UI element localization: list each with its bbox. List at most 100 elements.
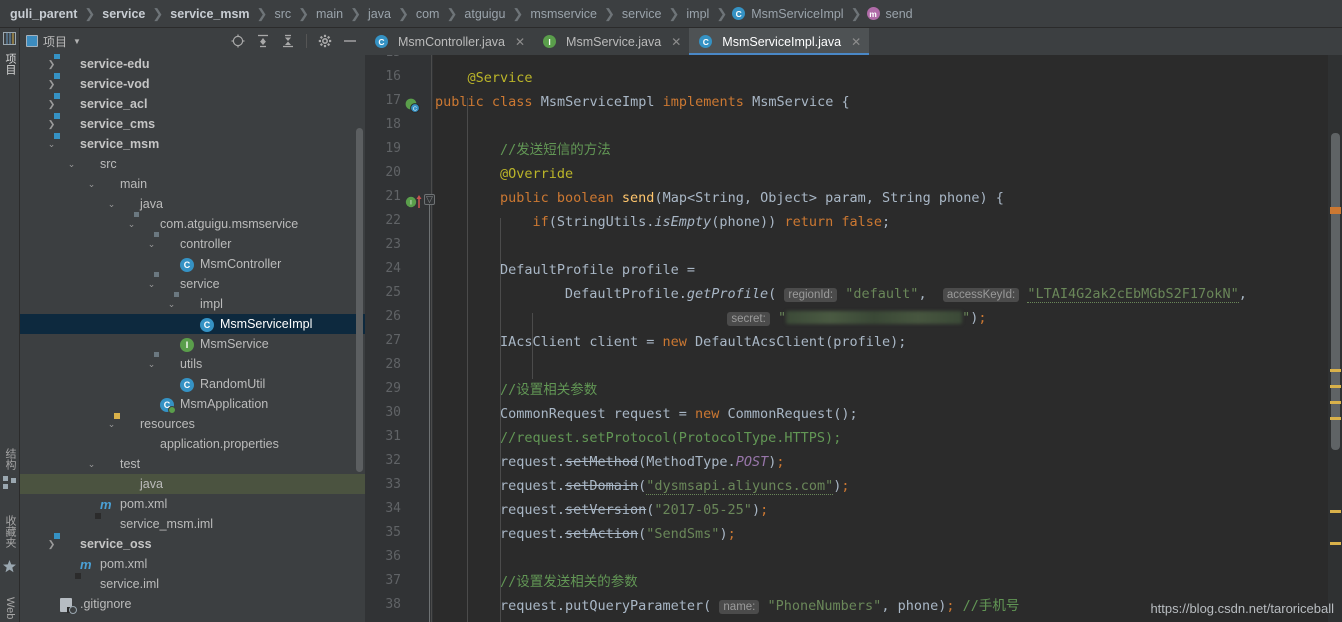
close-tab-icon[interactable]: ✕ xyxy=(671,35,681,49)
tree-item-MsmController[interactable]: C MsmController xyxy=(20,254,365,274)
project-panel-title[interactable]: 项目 ▼ xyxy=(26,33,81,50)
code-text[interactable]: @Service public class MsmServiceImpl impl… xyxy=(433,55,1342,622)
tree-item-RandomUtil[interactable]: C RandomUtil xyxy=(20,374,365,394)
breadcrumb-item-impl[interactable]: impl xyxy=(684,7,711,21)
tree-item-service_msm.iml[interactable]: service_msm.iml xyxy=(20,514,365,534)
settings-gear-icon[interactable] xyxy=(318,34,332,48)
breadcrumb-item-main[interactable]: main xyxy=(314,7,345,21)
breadcrumb-item-MsmServiceImpl[interactable]: C MsmServiceImpl xyxy=(732,7,845,21)
tree-item-MsmService[interactable]: I MsmService xyxy=(20,334,365,354)
chevron-down-icon[interactable]: ⌄ xyxy=(126,219,137,230)
tree-item-MsmServiceImpl[interactable]: C MsmServiceImpl xyxy=(20,314,365,334)
breadcrumb-item-atguigu[interactable]: atguigu xyxy=(462,7,507,21)
chevron-down-icon[interactable]: ⌄ xyxy=(146,239,157,250)
chevron-down-icon[interactable]: ⌄ xyxy=(146,279,157,290)
chevron-down-icon[interactable]: ⌄ xyxy=(66,159,77,170)
chevron-down-icon[interactable]: ▼ xyxy=(73,37,81,46)
tree-item-application.properties[interactable]: application.properties xyxy=(20,434,365,454)
marker-warning[interactable] xyxy=(1330,542,1341,545)
breadcrumb-item-java[interactable]: java xyxy=(366,7,393,21)
expand-all-icon[interactable] xyxy=(256,34,270,48)
chevron-down-icon[interactable]: ⌄ xyxy=(86,459,97,470)
chevron-right-icon[interactable]: ❯ xyxy=(46,79,57,90)
tool-window-tab-web[interactable]: Web xyxy=(1,586,19,622)
tool-window-tab-project[interactable]: 项目 xyxy=(1,46,19,82)
chevron-down-icon[interactable]: ⌄ xyxy=(106,199,117,210)
tree-item-controller[interactable]: ⌄ controller xyxy=(20,234,365,254)
editor-tab-MsmController[interactable]: C MsmController.java ✕ xyxy=(365,28,533,55)
breadcrumb-item-service[interactable]: service xyxy=(100,7,147,21)
marker-warning[interactable] xyxy=(1330,510,1341,513)
chevron-down-icon[interactable]: ⌄ xyxy=(146,359,157,370)
resources-folder-icon xyxy=(120,417,135,432)
tree-item-service_cms[interactable]: ❯ service_cms xyxy=(20,114,365,134)
breadcrumb-separator-icon: ❯ xyxy=(397,5,409,21)
class-icon: C xyxy=(180,257,195,272)
tree-item-service.iml[interactable]: service.iml xyxy=(20,574,365,594)
tree-item-java[interactable]: ⌄ java xyxy=(20,194,365,214)
tree-item-com.atguigu.msmservice[interactable]: ⌄ com.atguigu.msmservice xyxy=(20,214,365,234)
hide-panel-icon[interactable] xyxy=(343,34,357,48)
editor-tab-MsmService[interactable]: I MsmService.java ✕ xyxy=(533,28,689,55)
breadcrumb-item-msmservice[interactable]: msmservice xyxy=(528,7,599,21)
tree-item-service_msm[interactable]: ⌄ service_msm xyxy=(20,134,365,154)
tree-item-main[interactable]: ⌄ main xyxy=(20,174,365,194)
marker-warning[interactable] xyxy=(1330,207,1341,214)
locate-file-icon[interactable] xyxy=(231,34,245,48)
project-tree-scrollbar[interactable] xyxy=(356,128,363,472)
marker-warning[interactable] xyxy=(1330,385,1341,388)
project-tree[interactable]: ❯ service-edu ❯ service-vod ❯ service_acl ❯ ser… xyxy=(20,54,365,622)
chevron-down-icon[interactable]: ⌄ xyxy=(106,419,117,430)
tree-item-service-vod[interactable]: ❯ service-vod xyxy=(20,74,365,94)
overrides-method-icon[interactable]: I xyxy=(405,194,422,210)
marker-warning[interactable] xyxy=(1330,369,1341,372)
code-line-37: //设置发送相关的参数 xyxy=(499,574,638,590)
tool-window-tab-favorites[interactable]: 收藏夹 xyxy=(1,504,19,558)
breadcrumb-item-service-pkg[interactable]: service xyxy=(620,7,664,21)
breadcrumb-item-com[interactable]: com xyxy=(414,7,442,21)
tree-item-service[interactable]: ⌄ service xyxy=(20,274,365,294)
collapse-all-icon[interactable] xyxy=(281,34,295,48)
chevron-down-icon[interactable]: ⌄ xyxy=(86,179,97,190)
tree-item-impl[interactable]: ⌄ impl xyxy=(20,294,365,314)
close-tab-icon[interactable]: ✕ xyxy=(515,35,525,49)
ide-window: guli_parent ❯ service ❯ service_msm ❯ sr… xyxy=(0,0,1342,622)
close-tab-icon[interactable]: ✕ xyxy=(851,35,861,49)
chevron-right-icon[interactable]: ❯ xyxy=(46,59,57,70)
tree-item-test[interactable]: ⌄ test xyxy=(20,454,365,474)
tree-item-resources[interactable]: ⌄ resources xyxy=(20,414,365,434)
editor-gutter[interactable]: 15 16 17 18 19 20 21 22 23 24 25 26 27 28 29 30 31 32 33 34… xyxy=(365,55,433,622)
editor-marker-bar[interactable] xyxy=(1328,55,1342,622)
code-line-35: request.setAction("SendSms"); xyxy=(499,526,736,542)
breadcrumb-item-send[interactable]: m send xyxy=(866,7,915,21)
breadcrumb-item-guli_parent[interactable]: guli_parent xyxy=(8,7,79,21)
tree-item-utils[interactable]: ⌄ utils xyxy=(20,354,365,374)
tree-item-label: service-vod xyxy=(80,77,150,91)
tree-item-src[interactable]: ⌄ src xyxy=(20,154,365,174)
tree-item-service-edu[interactable]: ❯ service-edu xyxy=(20,54,365,74)
marker-warning[interactable] xyxy=(1330,401,1341,404)
tree-item-service_oss[interactable]: ❯ service_oss xyxy=(20,534,365,554)
tool-window-tab-structure[interactable]: 结构 xyxy=(1,440,19,478)
chevron-down-icon[interactable]: ⌄ xyxy=(46,139,57,150)
code-editor[interactable]: 15 16 17 18 19 20 21 22 23 24 25 26 27 28 29 30 31 32 33 34… xyxy=(365,55,1342,622)
breadcrumb-item-service_msm[interactable]: service_msm xyxy=(168,7,251,21)
editor-tab-MsmServiceImpl[interactable]: C MsmServiceImpl.java ✕ xyxy=(689,28,870,55)
tree-item-label: service_msm xyxy=(80,137,160,151)
editor-area: C MsmController.java ✕ I MsmService.java… xyxy=(365,28,1342,622)
chevron-down-icon[interactable]: ⌄ xyxy=(166,299,177,310)
implemented-by-icon[interactable]: C xyxy=(405,98,421,114)
tree-item-pom.xml[interactable]: m pom.xml xyxy=(20,494,365,514)
breadcrumb-separator-icon: ❯ xyxy=(668,5,680,21)
marker-warning[interactable] xyxy=(1330,417,1341,420)
chevron-right-icon[interactable]: ❯ xyxy=(46,119,57,130)
line-number: 23 xyxy=(385,237,401,252)
tree-item-.gitignore[interactable]: .gitignore xyxy=(20,594,365,614)
chevron-right-icon[interactable]: ❯ xyxy=(46,99,57,110)
chevron-right-icon[interactable]: ❯ xyxy=(46,539,57,550)
tree-item-service_acl[interactable]: ❯ service_acl xyxy=(20,94,365,114)
tree-item-java[interactable]: java xyxy=(20,474,365,494)
breadcrumb-item-src[interactable]: src xyxy=(272,7,293,21)
tree-item-MsmApplication[interactable]: C MsmApplication xyxy=(20,394,365,414)
tree-item-pom.xml[interactable]: m pom.xml xyxy=(20,554,365,574)
